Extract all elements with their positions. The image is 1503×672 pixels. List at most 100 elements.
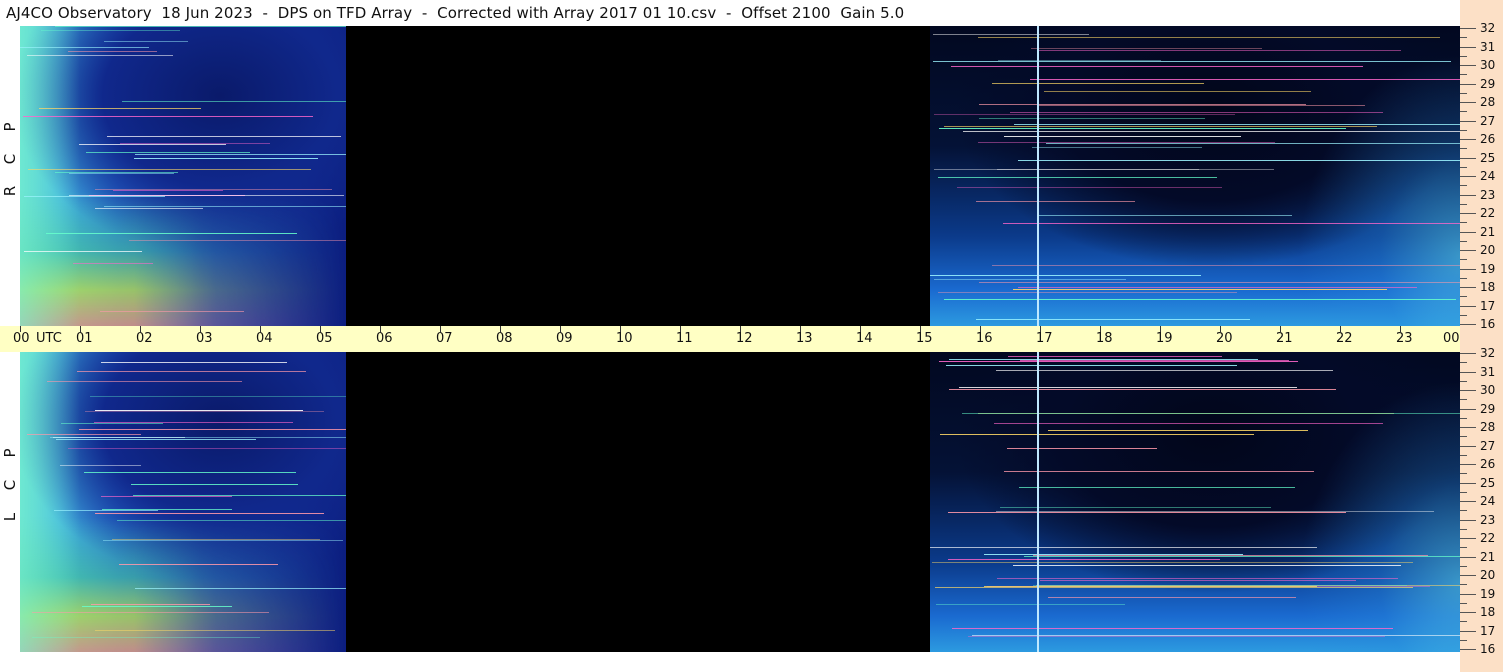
- interference-streak: [28, 169, 311, 170]
- top-pol-char-3: R: [1, 185, 19, 197]
- interference-streak: [41, 30, 180, 31]
- time-tick-label: 13: [796, 331, 813, 346]
- top-freq-tick: [1460, 65, 1476, 66]
- interference-streak: [47, 381, 242, 382]
- interference-streak: [1013, 289, 1387, 290]
- bottom-freq-minor-tick: [1460, 454, 1467, 456]
- rcp-spectrogram-panel[interactable]: [20, 26, 1460, 326]
- top-freq-minor-tick: [1460, 296, 1467, 298]
- time-tick-label: 00: [13, 331, 30, 346]
- bottom-freq-tick: [1460, 390, 1476, 391]
- interference-streak: [69, 195, 344, 196]
- top-freq-tick: [1460, 46, 1476, 48]
- top-freq-minor-tick: [1460, 148, 1467, 150]
- interference-streak: [91, 604, 210, 605]
- time-tick-label: 07: [436, 331, 453, 346]
- lcp-spectrogram-panel[interactable]: [20, 352, 1460, 652]
- interference-streak: [940, 434, 1254, 435]
- interference-streak: [933, 61, 1451, 62]
- top-freq-tick: [1460, 83, 1476, 85]
- interference-streak: [948, 512, 1346, 513]
- bottom-freq-label: 28: [1480, 420, 1496, 434]
- interference-streak: [1014, 124, 1460, 125]
- interference-streak: [95, 513, 324, 514]
- interference-streak: [46, 233, 297, 234]
- interference-streak: [134, 158, 318, 159]
- interference-streak: [934, 114, 1235, 115]
- interference-streak: [1004, 136, 1241, 137]
- top-freq-minor-tick: [1460, 240, 1467, 242]
- interference-streak: [996, 370, 1333, 371]
- interference-streak: [979, 282, 1460, 283]
- interference-streak: [930, 547, 1317, 548]
- top-freq-label: 30: [1480, 58, 1496, 72]
- top-freq-tick: [1460, 268, 1476, 270]
- interference-streak: [935, 587, 1413, 588]
- rcp-time-marker: [1037, 26, 1039, 326]
- top-freq-label: 22: [1480, 206, 1496, 220]
- top-freq-minor-tick: [1460, 259, 1467, 261]
- bottom-freq-tick: [1460, 501, 1476, 502]
- interference-streak: [979, 118, 1205, 119]
- interference-streak: [1039, 50, 1401, 51]
- interference-streak: [104, 41, 188, 42]
- time-tick-label: 14: [856, 331, 873, 346]
- top-freq-minor-tick: [1460, 129, 1467, 131]
- bottom-freq-label: 30: [1480, 383, 1496, 397]
- interference-streak: [939, 128, 1346, 129]
- interference-streak: [1040, 580, 1356, 581]
- top-freq-tick: [1460, 176, 1476, 177]
- interference-streak: [101, 496, 232, 497]
- interference-streak: [113, 190, 223, 191]
- top-freq-label: 29: [1480, 76, 1496, 91]
- interference-streak: [930, 275, 1201, 276]
- interference-streak: [68, 448, 346, 449]
- interference-streak: [135, 588, 346, 589]
- interference-streak: [949, 389, 1336, 390]
- interference-streak: [24, 196, 165, 197]
- frequency-axis: 32 31 30 29 28 27 26 25 24 23 22 21 20 19 18 17 16 32 31 30…: [1460, 0, 1503, 672]
- interference-streak: [938, 292, 1237, 293]
- interference-streak: [992, 83, 1204, 84]
- interference-streak: [73, 263, 153, 264]
- time-tick-label: 08: [496, 331, 513, 346]
- interference-streak: [117, 520, 346, 521]
- interference-streak: [104, 206, 346, 207]
- interference-streak: [978, 37, 1440, 38]
- top-freq-minor-tick: [1460, 314, 1467, 316]
- interference-streak: [936, 604, 1125, 605]
- interference-streak: [932, 562, 1413, 563]
- bottom-freq-minor-tick: [1460, 380, 1467, 382]
- bottom-pol-char-2: C: [1, 479, 19, 491]
- bottom-freq-minor-tick: [1460, 399, 1467, 401]
- bottom-freq-label: 17: [1480, 623, 1496, 638]
- interference-streak: [55, 26, 346, 27]
- bottom-freq-tick: [1460, 408, 1476, 410]
- bottom-pol-char-3: L: [1, 512, 19, 522]
- top-freq-tick: [1460, 305, 1476, 307]
- bottom-freq-tick: [1460, 464, 1476, 465]
- interference-streak: [95, 208, 203, 209]
- bottom-freq-label: 19: [1480, 586, 1496, 601]
- top-freq-tick: [1460, 231, 1476, 233]
- bottom-freq-tick: [1460, 353, 1476, 354]
- time-tick-label: 18: [1096, 331, 1113, 346]
- top-freq-minor-tick: [1460, 55, 1467, 57]
- interference-streak: [933, 34, 1089, 35]
- top-freq-minor-tick: [1460, 185, 1467, 187]
- top-freq-tick: [1460, 102, 1476, 103]
- interference-streak: [946, 365, 1237, 366]
- bottom-freq-minor-tick: [1460, 621, 1467, 623]
- interference-streak: [79, 429, 346, 430]
- bottom-freq-label: 25: [1480, 475, 1496, 490]
- time-tick-label: 12: [736, 331, 753, 346]
- top-freq-tick: [1460, 194, 1476, 196]
- top-freq-minor-tick: [1460, 203, 1467, 205]
- interference-streak: [1039, 105, 1365, 106]
- bottom-freq-tick: [1460, 445, 1476, 447]
- time-tick-label: 22: [1336, 331, 1353, 346]
- interference-streak: [120, 143, 270, 144]
- interference-streak: [101, 362, 287, 363]
- interference-streak: [68, 51, 157, 52]
- window-title: AJ4CO Observatory 18 Jun 2023 - DPS on T…: [6, 4, 905, 22]
